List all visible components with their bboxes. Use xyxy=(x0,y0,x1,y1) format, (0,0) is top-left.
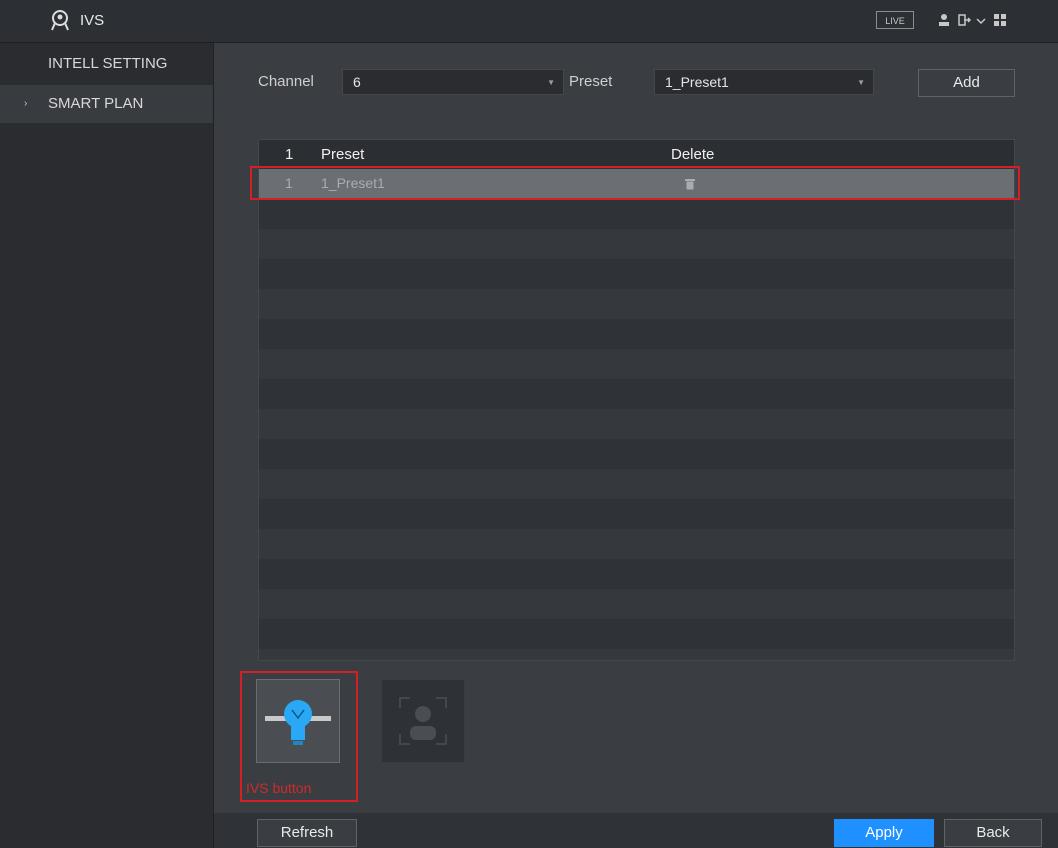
table-row xyxy=(259,319,1014,349)
chevron-down-icon[interactable] xyxy=(973,12,989,28)
chevron-right-icon: › xyxy=(24,98,28,109)
channel-value: 6 xyxy=(353,74,361,90)
preset-value: 1_Preset1 xyxy=(665,74,729,90)
sidebar-item-intell-setting[interactable]: INTELL SETTING xyxy=(0,45,213,83)
caret-down-icon: ▼ xyxy=(547,78,555,87)
table-row xyxy=(259,619,1014,649)
table-row xyxy=(259,529,1014,559)
logout-icon[interactable] xyxy=(956,12,972,28)
table-row xyxy=(259,439,1014,469)
add-button[interactable]: Add xyxy=(918,69,1015,97)
channel-label: Channel xyxy=(258,73,314,90)
face-detection-button[interactable] xyxy=(381,679,465,763)
table-row xyxy=(259,349,1014,379)
ivs-button-caption: IVS button xyxy=(246,780,312,796)
sidebar-item-label: INTELL SETTING xyxy=(48,55,168,72)
row-highlight-box xyxy=(250,166,1020,200)
sidebar: INTELL SETTING › SMART PLAN xyxy=(0,43,214,848)
caret-down-icon: ▼ xyxy=(857,78,865,87)
table-row xyxy=(259,499,1014,529)
table-row xyxy=(259,289,1014,319)
table-row xyxy=(259,589,1014,619)
col-header-preset: Preset xyxy=(321,146,365,163)
table-row xyxy=(259,379,1014,409)
ivs-app-icon xyxy=(51,10,69,31)
refresh-button[interactable]: Refresh xyxy=(257,819,357,847)
live-button[interactable]: LIVE xyxy=(876,11,914,29)
table-row xyxy=(259,409,1014,439)
table-header: 1 Preset Delete xyxy=(259,140,1014,168)
table-row xyxy=(259,229,1014,259)
table-row xyxy=(259,259,1014,289)
back-button[interactable]: Back xyxy=(944,819,1042,847)
preset-table: 1 Preset Delete 1 1_Preset1 xyxy=(258,139,1015,661)
apply-button[interactable]: Apply xyxy=(834,819,934,847)
top-bar: IVS LIVE xyxy=(0,0,1058,43)
sidebar-item-smart-plan[interactable]: › SMART PLAN xyxy=(0,85,213,123)
page-title: IVS xyxy=(80,12,105,29)
col-header-index: 1 xyxy=(285,146,294,163)
user-icon[interactable] xyxy=(936,12,952,28)
col-header-delete: Delete xyxy=(671,146,715,163)
table-row xyxy=(259,559,1014,589)
table-row xyxy=(259,199,1014,229)
table-row xyxy=(259,469,1014,499)
table-row xyxy=(259,649,1014,660)
channel-select[interactable]: 6 ▼ xyxy=(342,69,564,95)
preset-label: Preset xyxy=(569,73,613,90)
preset-select[interactable]: 1_Preset1 ▼ xyxy=(654,69,874,95)
grid-menu-icon[interactable] xyxy=(992,12,1008,28)
sidebar-item-label: SMART PLAN xyxy=(48,95,144,112)
face-detection-icon xyxy=(399,697,447,745)
